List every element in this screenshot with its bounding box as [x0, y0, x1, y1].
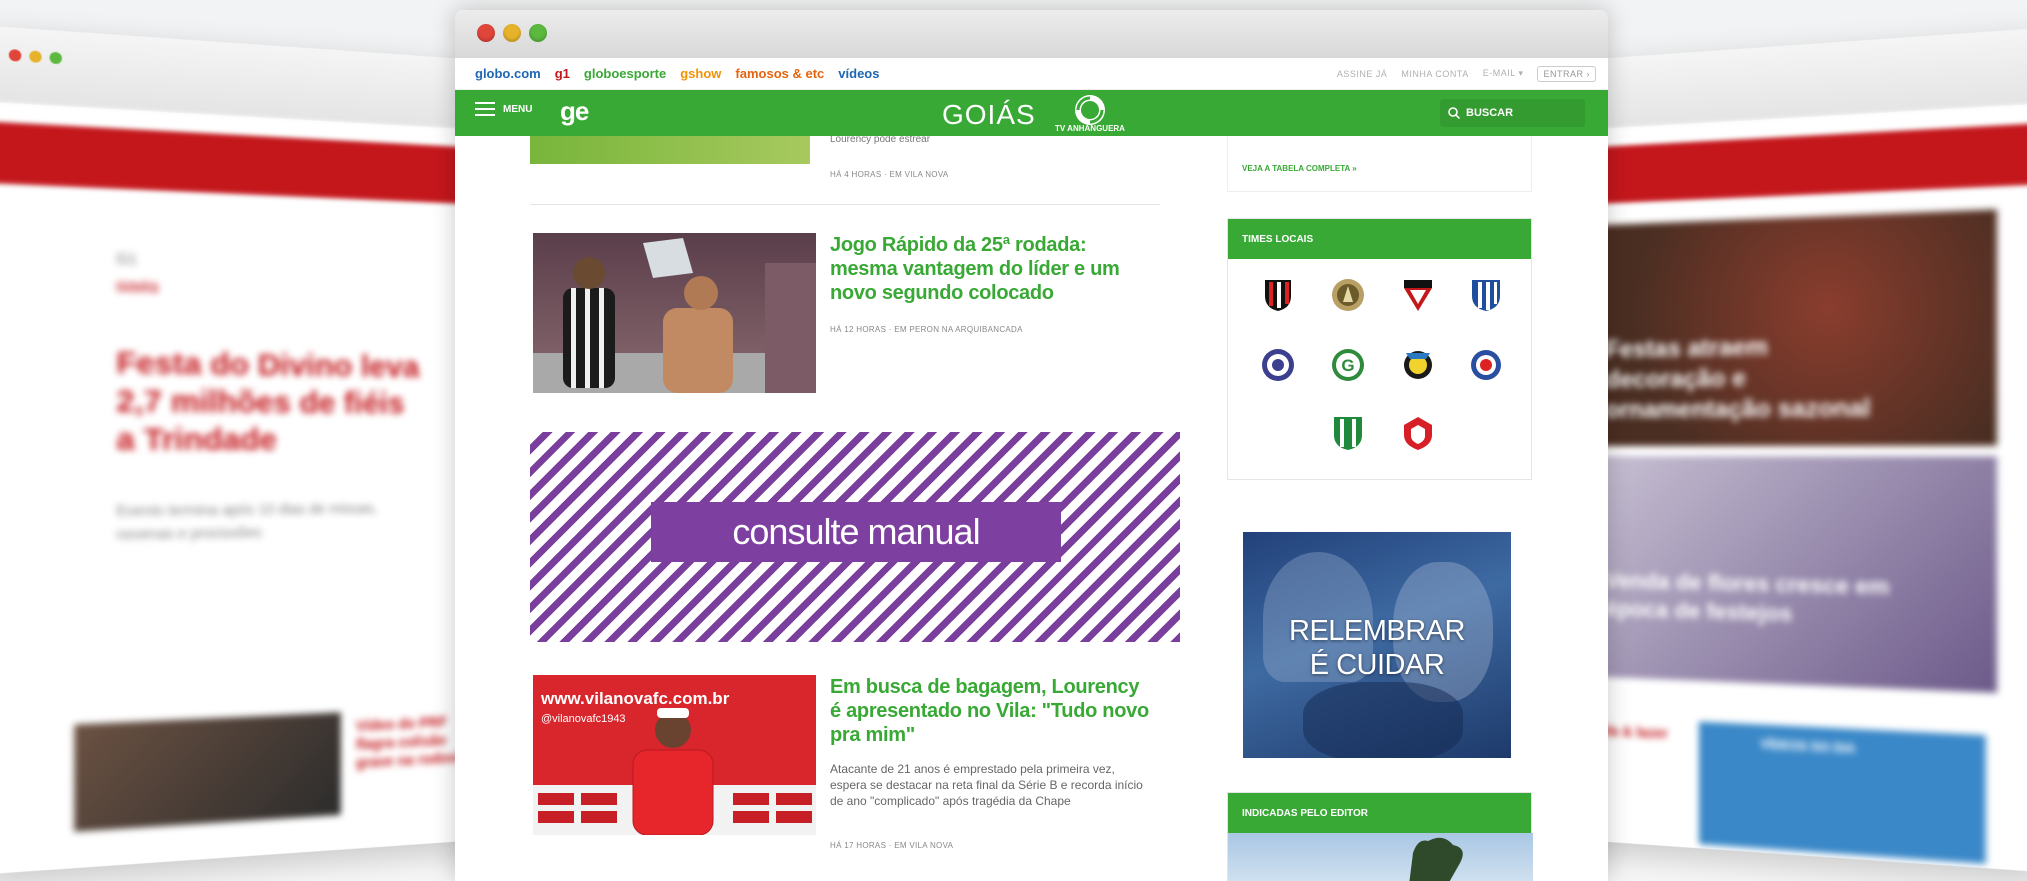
- post-title[interactable]: Jogo Rápido da 25ª rodada: mesma vantage…: [830, 233, 1150, 305]
- feed-post[interactable]: Jogo Rápido da 25ª rodada: mesma vantage…: [533, 233, 1163, 393]
- menu-button[interactable]: MENU: [475, 102, 532, 116]
- chevron-right-icon: ›: [1587, 69, 1591, 79]
- globo-top-bar: globo.com g1 globoesporte gshow famosos …: [455, 58, 1608, 90]
- link-globoesporte[interactable]: globoesporte: [584, 66, 666, 81]
- post-image: www.vilanovafc.com.br @vilanovafc1943: [533, 675, 816, 835]
- right-window-card-2-title: Venda de flores cresce em época de feste…: [1605, 567, 1893, 632]
- post-meta: HÁ 17 HORAS · EM VILA NOVA: [830, 841, 953, 850]
- ge-logo[interactable]: ge: [560, 96, 588, 127]
- tv-name: TV ANHANGUERA: [1035, 124, 1145, 133]
- post-image: [533, 233, 816, 393]
- right-window-card-1: Festas atraem decoração e ornamentação s…: [1590, 209, 1997, 446]
- email-link[interactable]: E-MAIL ▾: [1483, 68, 1524, 79]
- ad-label: consulte manual: [651, 502, 1061, 562]
- local-teams-title: TIMES LOCAIS: [1228, 219, 1531, 259]
- team-crest-aparecidense[interactable]: [1326, 273, 1370, 317]
- left-window-content: G1 GOIÁS Festa do Divino leva 2,7 milhõe…: [0, 184, 480, 874]
- divider: [530, 204, 1160, 205]
- banner-handles: @vilanovafc1943: [541, 713, 626, 725]
- email-label: E-MAIL: [1483, 68, 1516, 78]
- standings-box: VEJA A TABELA COMPLETA »: [1227, 136, 1532, 192]
- left-window-headline: Festa do Divino leva 2,7 milhões de fiéi…: [116, 345, 429, 460]
- editor-pick-image[interactable]: [1228, 833, 1533, 881]
- close-window-button[interactable]: [477, 24, 495, 42]
- banner-handle: @vilanovafc1943: [541, 713, 626, 725]
- minimize-dot: [29, 50, 41, 63]
- region-title[interactable]: GOIÁS: [942, 99, 1036, 131]
- globo-network-links: globo.com g1 globoesporte gshow famosos …: [475, 66, 879, 81]
- post-summary: Atacante de 21 anos é emprestado pela pr…: [830, 761, 1150, 809]
- hamburger-icon: [475, 102, 495, 116]
- subscribe-link[interactable]: ASSINE JÁ: [1337, 69, 1388, 79]
- team-crest-goianesia[interactable]: [1256, 343, 1300, 387]
- window-controls: [477, 24, 547, 42]
- team-crest-atletico-go[interactable]: [1396, 273, 1440, 317]
- link-gshow[interactable]: gshow: [680, 66, 721, 81]
- link-videos[interactable]: vídeos: [838, 66, 879, 81]
- maximize-window-button[interactable]: [529, 24, 547, 42]
- left-window-tag: G1: [116, 250, 136, 268]
- right-window-content: Festas atraem decoração e ornamentação s…: [1580, 186, 2027, 872]
- post-title[interactable]: Em busca de bagagem, Lourency é apresent…: [830, 675, 1150, 747]
- editor-picks-box: INDICADAS PELO EDITOR: [1227, 792, 1532, 881]
- main-browser-window: globo.com g1 globoesporte gshow famosos …: [455, 10, 1608, 881]
- post-meta: HÁ 12 HORAS · EM PERON NA ARQUIBANCADA: [830, 325, 1023, 334]
- left-window-thumbnail: [74, 712, 341, 831]
- previous-post-meta: HÁ 4 HORAS · EM VILA NOVA: [830, 170, 949, 179]
- link-famosos[interactable]: famosos & etc: [735, 66, 824, 81]
- search-icon: [1448, 107, 1460, 119]
- menu-label: MENU: [503, 104, 532, 115]
- link-globo-com[interactable]: globo.com: [475, 66, 541, 81]
- login-button[interactable]: ENTRAR ›: [1537, 66, 1596, 82]
- team-crest-crac[interactable]: [1464, 273, 1508, 317]
- left-window-subtitle: Evento termina após 10 dias de missas, n…: [116, 497, 389, 546]
- left-window-controls: [9, 49, 62, 64]
- team-crest-vila-nova[interactable]: [1396, 411, 1440, 455]
- team-crest-goias[interactable]: G: [1326, 343, 1370, 387]
- promo-line-1: RELEMBRAR: [1243, 614, 1511, 648]
- my-account-link[interactable]: MINHA CONTA: [1401, 69, 1468, 79]
- left-window-section: GOIÁS: [116, 280, 158, 296]
- ge-header: MENU ge GOIÁS TV ANHANGUERA BUSCAR: [455, 90, 1608, 136]
- banner-text: www.vilanovafc.com.br: [541, 689, 729, 709]
- background-window-left: G1 GOIÁS Festa do Divino leva 2,7 milhõe…: [0, 26, 480, 875]
- account-links: ASSINE JÁ MINHA CONTA E-MAIL ▾ ENTRAR ›: [1337, 66, 1596, 82]
- team-crest-goiania[interactable]: [1396, 343, 1440, 387]
- team-crest-anapolis[interactable]: [1256, 273, 1300, 317]
- svg-text:G: G: [1341, 356, 1354, 375]
- ad-placeholder[interactable]: consulte manual: [530, 432, 1180, 642]
- browser-titlebar: [455, 10, 1608, 58]
- local-teams-box: TIMES LOCAIS G: [1227, 218, 1532, 480]
- promo-line-2: É CUIDAR: [1243, 648, 1511, 682]
- right-window-card-1-title: Festas atraem decoração e ornamentação s…: [1605, 330, 1893, 426]
- right-window-video-card: VÍDEOS DO DIA: [1699, 722, 1986, 864]
- search-button[interactable]: BUSCAR: [1440, 99, 1585, 127]
- promo-banner[interactable]: RELEMBRAR É CUIDAR: [1243, 532, 1511, 758]
- search-label: BUSCAR: [1466, 107, 1513, 119]
- close-dot: [9, 49, 22, 62]
- team-crest-itumbiara[interactable]: [1464, 343, 1508, 387]
- link-g1[interactable]: g1: [555, 66, 570, 81]
- full-table-link[interactable]: VEJA A TABELA COMPLETA »: [1242, 164, 1357, 173]
- right-window-card-2: Venda de flores cresce em época de feste…: [1590, 456, 1997, 693]
- previous-post-snippet: Lourency pode estrear: [830, 134, 930, 145]
- right-window-video-button: VÍDEOS DO DIA: [1760, 737, 1855, 756]
- previous-post-thumbnail: [530, 136, 810, 164]
- maximize-dot: [50, 52, 62, 65]
- chevron-down-icon: ▾: [1518, 68, 1523, 78]
- editor-picks-title: INDICADAS PELO EDITOR: [1228, 793, 1531, 833]
- promo-text: RELEMBRAR É CUIDAR: [1243, 614, 1511, 682]
- feed-post[interactable]: www.vilanovafc.com.br @vilanovafc1943 Em…: [533, 675, 1163, 845]
- team-crest-rio-verde[interactable]: [1326, 411, 1370, 455]
- login-label: ENTRAR: [1543, 69, 1583, 79]
- minimize-window-button[interactable]: [503, 24, 521, 42]
- background-window-right: Festas atraem decoração e ornamentação s…: [1580, 28, 2027, 872]
